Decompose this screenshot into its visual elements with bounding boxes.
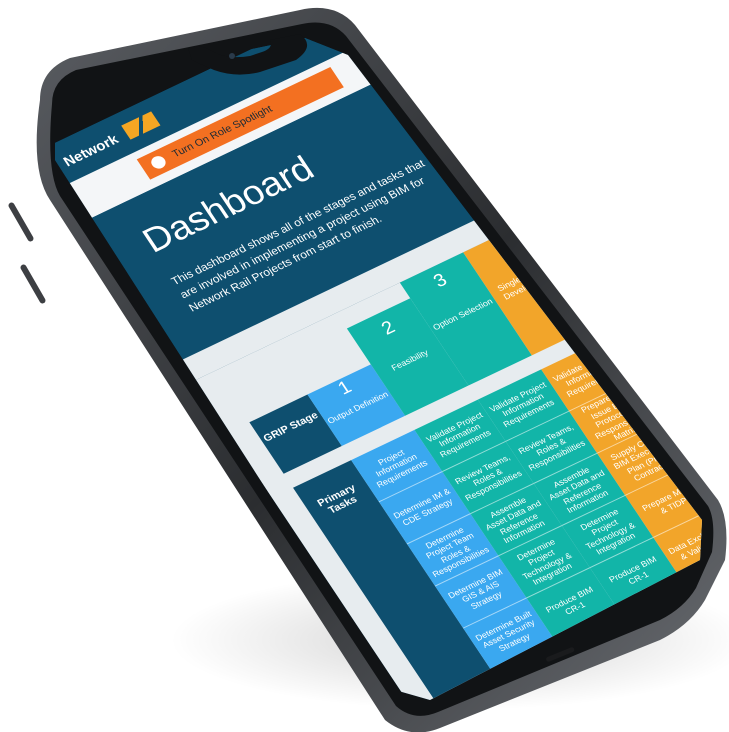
- user-icon: [148, 153, 169, 171]
- stage-number: 2: [377, 317, 400, 340]
- stage-name: Option Selection: [431, 296, 495, 333]
- logo-stripe-icon: [121, 111, 161, 140]
- phone-scene: Network Turn On Role Spotlight Dashboard…: [0, 0, 729, 732]
- stage-name: Feasibility: [389, 347, 430, 373]
